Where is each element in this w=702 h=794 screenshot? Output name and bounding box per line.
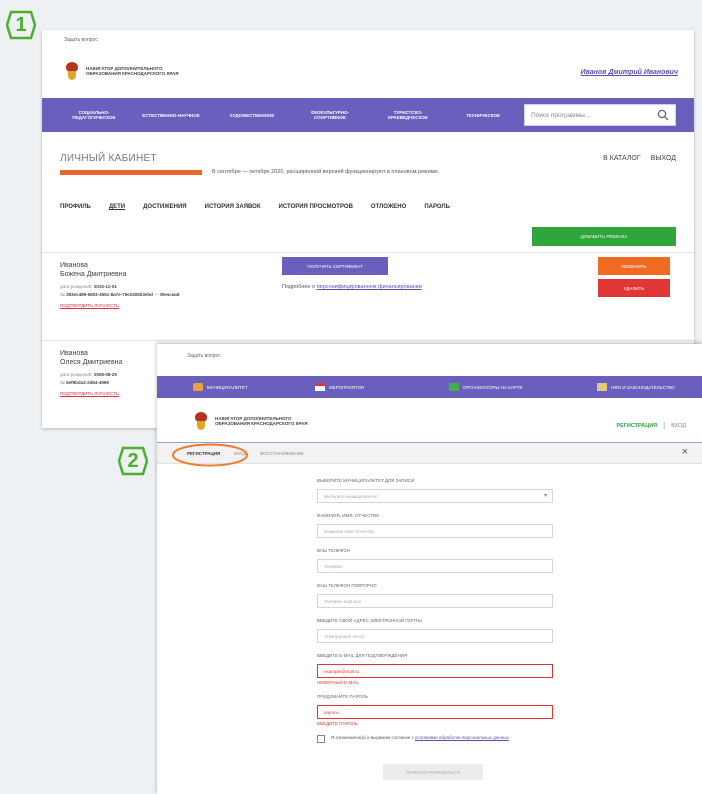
registration-form: ВЫБЕРИТЕ МУНИЦИПАЛИТЕТ ДЛЯ ЗАПИСИ Выбери… [317, 478, 553, 743]
field-label: ВАШ ТЕЛЕФОН ПОВТОРНО [317, 583, 377, 588]
confirm-identity-link[interactable]: ПОДТВЕРДИТЬ ЛИЧНОСТЬ [60, 391, 119, 396]
agreement-text: Я ознакомлен(а) и выражаю согласие с усл… [331, 735, 509, 740]
password-error: ВВЕДИТЕ ПАРОЛЬ [317, 721, 358, 726]
login-link[interactable]: ВХОД [671, 423, 686, 429]
registration-screenshot: Задать вопрос МУНИЦИПАЛИТЕТ МЕРОПРИЯТИЯ … [157, 344, 702, 794]
step-1-number: 1 [15, 13, 27, 36]
cabinet-tabs: ПРОФИЛЬ ДЕТИ ДОСТИЖЕНИЯ ИСТОРИЯ ЗАЯВОК И… [60, 204, 450, 210]
nav-events[interactable]: МЕРОПРИЯТИЯ [315, 383, 364, 391]
add-child-button[interactable]: ДОБАВИТЬ РЕБЕНКА [532, 227, 676, 246]
full-name-input[interactable]: Фамилия Имя Отчество [317, 524, 553, 538]
nav-item-tourism[interactable]: ТУРИСТСКО-КРАЕВЕДЧЕСКОЕ [376, 110, 440, 120]
exit-link[interactable]: ВЫХОД [651, 155, 676, 162]
municipality-select[interactable]: Выберите муниципалитет ▾ [317, 489, 553, 503]
nav-item-sport[interactable]: ФИЗКУЛЬТУРНО-СПОРТИВНОЕ [298, 110, 362, 120]
logo-text: НАВИГАТОР ДОПОЛНИТЕЛЬНОГО ОБРАЗОВАНИЯ КР… [86, 65, 179, 77]
child-birth-line: дата рождения: 2008-08-25 [60, 372, 117, 377]
calendar-icon [315, 383, 325, 391]
field-label: ВВЕДИТЕ СВОЙ АДРЕС ЭЛЕКТРОННОЙ ПОЧТЫ [317, 618, 422, 623]
tab-profile[interactable]: ПРОФИЛЬ [60, 204, 91, 210]
secondary-nav: МУНИЦИПАЛИТЕТ МЕРОПРИЯТИЯ ОРГАНИЗАТОРЫ Н… [157, 376, 702, 398]
step-1-badge: 1 [6, 10, 36, 40]
agreement-link[interactable]: условиями обработки персональных данных [415, 735, 509, 740]
get-certificate-button[interactable]: ПОЛУЧИТЬ СЕРТИФИКАТ [282, 257, 388, 275]
map-icon [449, 383, 459, 391]
confirm-identity-link[interactable]: ПОДТВЕРДИТЬ ЛИЧНОСТЬ [60, 303, 119, 308]
site-logo[interactable]: НАВИГАТОР ДОПОЛНИТЕЛЬНОГО ОБРАЗОВАНИЯ КР… [64, 62, 196, 80]
crest-icon [64, 62, 80, 80]
register-submit-button[interactable]: ЗАРЕГИСТРИРОВАТЬСЯ [383, 764, 483, 780]
child-surname: Иванова [60, 350, 88, 357]
user-name-link[interactable]: Иванов Дмитрий Иванович [581, 69, 678, 76]
field-label: ПРИДУМАЙТЕ ПАРОЛЬ [317, 694, 368, 699]
highlight-underline [60, 170, 202, 175]
field-label: ВВЕДИТЕ E-MAIL ДЛЯ ПОДТВЕРЖДЕНИЯ [317, 653, 408, 658]
delete-child-button[interactable]: УДАЛИТЬ [598, 279, 670, 297]
tab-password[interactable]: ПАРОЛЬ [424, 204, 450, 210]
child-name: Божена Дмитриевна [60, 271, 127, 278]
phone-repeat-input[interactable]: Телефон ещё раз [317, 594, 553, 608]
tab-children[interactable]: ДЕТИ [109, 204, 125, 210]
tab-recovery[interactable]: ВОССТАНОВЛЕНИЕ [260, 451, 303, 456]
field-label: ВАШ ТЕЛЕФОН [317, 548, 351, 553]
nav-map[interactable]: ОРГАНИЗАТОРЫ НА КАРТЕ [449, 383, 522, 391]
financing-link[interactable]: персонифицированном финансировании [317, 284, 422, 290]
auth-links-separator: | [663, 421, 666, 430]
field-label: ВЫБЕРИТЕ МУНИЦИПАЛИТЕТ ДЛЯ ЗАПИСИ [317, 478, 415, 483]
password-input[interactable]: пароль [317, 705, 553, 719]
nav-item-art[interactable]: ХУДОЖЕСТВЕННОЕ [220, 113, 284, 118]
phone-input[interactable]: Телефон [317, 559, 553, 573]
email-confirm-input[interactable]: example@mail.ru [317, 664, 553, 678]
child-surname: Иванова [60, 262, 88, 269]
location-icon [193, 383, 203, 391]
child-certificate-line: № 393ec489-6903-4551-8a7e-79e2305b3ebd —… [60, 292, 180, 297]
close-icon[interactable]: × [682, 446, 688, 458]
tab-postponed[interactable]: ОТЛОЖЕНО [371, 204, 406, 210]
step-2-number: 2 [127, 449, 139, 472]
financing-info: Подробнее о персонифицированном финансир… [282, 284, 422, 290]
nav-item-technical[interactable]: ТЕХНИЧЕСКОЕ [452, 113, 514, 118]
agreement-checkbox[interactable] [317, 735, 325, 743]
page-title: ЛИЧНЫЙ КАБИНЕТ [60, 153, 157, 164]
tab-achievements[interactable]: ДОСТИЖЕНИЯ [143, 204, 187, 210]
search-icon[interactable] [657, 109, 669, 121]
nav-item-science[interactable]: ЕСТЕСТВЕННО-НАУЧНОЕ [142, 113, 200, 118]
search-placeholder: Поиск программы... [531, 111, 591, 119]
email-input[interactable]: Электронная почта [317, 629, 553, 643]
logo-text: НАВИГАТОР ДОПОЛНИТЕЛЬНОГО ОБРАЗОВАНИЯ КР… [215, 415, 308, 427]
field-label: ФАМИЛИЯ, ИМЯ, ОТЧЕСТВО [317, 513, 380, 518]
top-links: В КАТАЛОГ ВЫХОД [603, 155, 676, 162]
highlight-ellipse [172, 443, 248, 467]
document-icon [597, 383, 607, 391]
agreement-row: Я ознакомлен(а) и выражаю согласие с усл… [317, 735, 553, 743]
step-2-badge: 2 [118, 446, 148, 476]
catalog-link[interactable]: В КАТАЛОГ [603, 155, 641, 162]
auth-links: РЕГИСТРАЦИЯ | ВХОД [616, 421, 686, 430]
nav-municipality[interactable]: МУНИЦИПАЛИТЕТ [193, 383, 248, 391]
notice-text: В сентябре — октябре 2020, расширенной в… [212, 169, 440, 175]
crest-icon [193, 412, 209, 430]
child-card: Иванова Божена Дмитриевна дата рождения:… [42, 252, 694, 340]
chevron-down-icon: ▾ [543, 493, 547, 499]
nav-legislation[interactable]: НФО И ЗАКОНОДАТЕЛЬСТВО [597, 383, 675, 391]
edit-child-button[interactable]: ИЗМЕНИТЬ [598, 257, 670, 275]
nav-item-social[interactable]: СОЦИАЛЬНО-ПЕДАГОГИЧЕСКОЕ [64, 110, 124, 120]
child-name: Олеся Дмитриевна [60, 359, 123, 366]
email-error: НЕВЕРНЫЙ E-MAIL [317, 680, 359, 685]
child-birth-line: дата рождения: 2015-12-01 [60, 284, 117, 289]
ask-question-link[interactable]: Задать вопрос [187, 353, 221, 359]
tab-views-history[interactable]: ИСТОРИЯ ПРОСМОТРОВ [279, 204, 353, 210]
ask-question-link[interactable]: Задать вопрос [64, 37, 98, 43]
child-certificate-line: № 5ef9bda3-2d64-4969 [60, 380, 109, 385]
register-link[interactable]: РЕГИСТРАЦИЯ [616, 423, 657, 429]
search-input[interactable]: Поиск программы... [524, 104, 676, 126]
tab-applications-history[interactable]: ИСТОРИЯ ЗАЯВОК [205, 204, 261, 210]
site-logo[interactable]: НАВИГАТОР ДОПОЛНИТЕЛЬНОГО ОБРАЗОВАНИЯ КР… [193, 412, 325, 430]
